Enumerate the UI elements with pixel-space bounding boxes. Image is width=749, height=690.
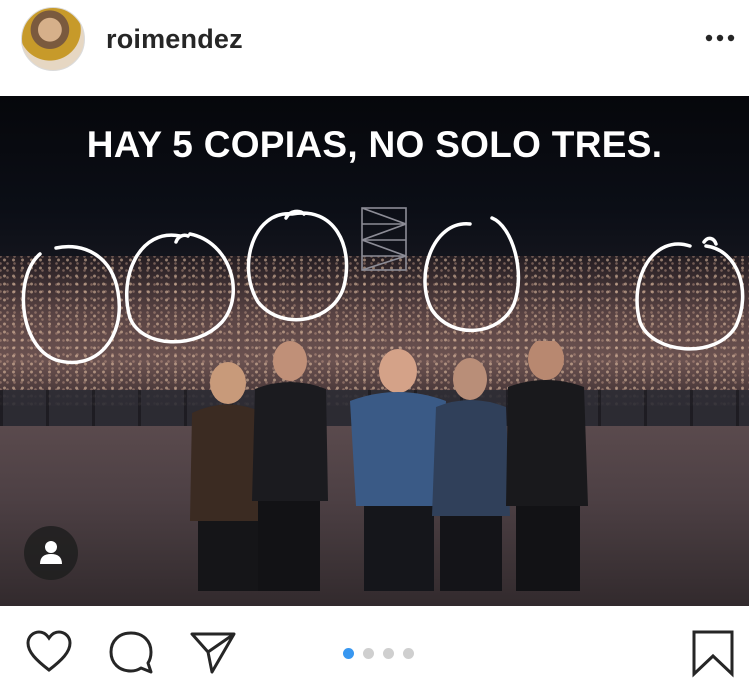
more-horizontal-icon xyxy=(705,34,735,42)
avatar[interactable] xyxy=(21,7,85,71)
highlight-circles xyxy=(21,209,745,365)
carousel-dot xyxy=(403,648,414,659)
paper-plane-icon xyxy=(190,632,236,674)
like-button[interactable] xyxy=(24,628,74,678)
username[interactable]: roimendez xyxy=(106,24,243,55)
carousel-dot-active xyxy=(343,648,354,659)
save-button[interactable] xyxy=(688,628,738,678)
share-button[interactable] xyxy=(188,628,238,678)
post-header: roimendez xyxy=(0,0,749,96)
carousel-indicator xyxy=(343,648,414,662)
more-options-button[interactable] xyxy=(700,22,740,52)
heart-icon xyxy=(26,630,72,672)
post-actions-bar xyxy=(0,606,749,690)
comment-button[interactable] xyxy=(106,628,156,678)
carousel-dot xyxy=(383,648,394,659)
person-icon xyxy=(40,541,62,564)
carousel-dot xyxy=(363,648,374,659)
tag-people-button[interactable] xyxy=(24,526,78,580)
post-photo[interactable]: HAY 5 COPIAS, NO SOLO TRES. xyxy=(0,96,749,606)
bookmark-icon xyxy=(692,630,734,678)
comment-icon xyxy=(109,631,153,674)
